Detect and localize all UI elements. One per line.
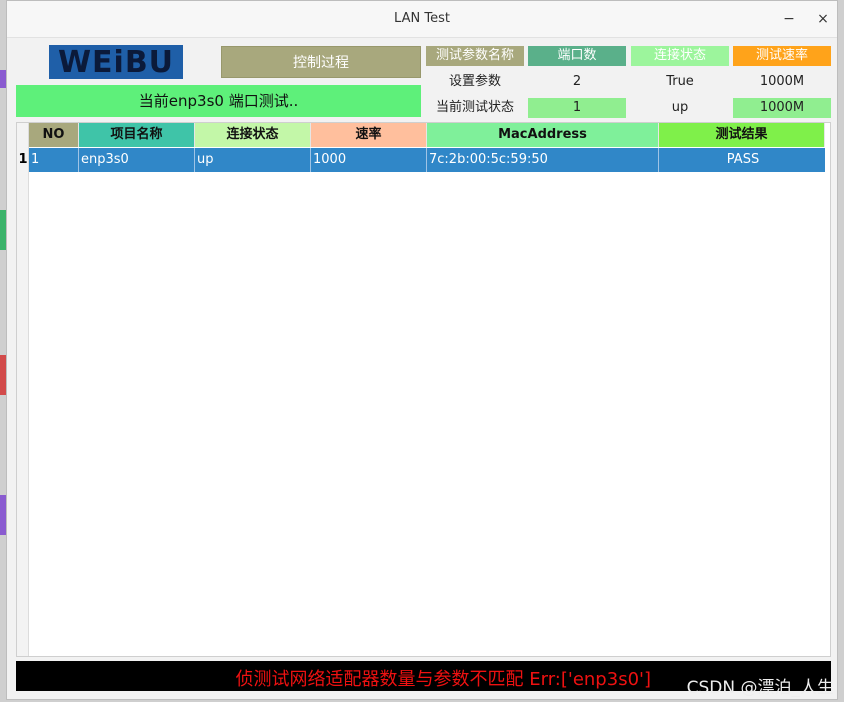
cell-link-status[interactable]: up <box>195 148 311 172</box>
column-header-test-result[interactable]: 测试结果 <box>659 123 825 147</box>
set-params-label: 设置参数 <box>448 74 501 89</box>
column-header-link-status[interactable]: 连接状态 <box>195 123 311 147</box>
current-ports-value: 1 <box>528 98 626 118</box>
column-header-rate[interactable]: 速率 <box>311 123 427 147</box>
row-header-1[interactable]: 1 <box>18 148 28 172</box>
cell-rate[interactable]: 1000 <box>311 148 427 172</box>
minimize-button[interactable]: − <box>779 9 799 29</box>
param-header-ports: 端口数 <box>528 46 626 66</box>
logo-text: WEiBU <box>57 44 175 80</box>
param-header-link: 连接状态 <box>631 46 729 66</box>
weibu-logo: WEiBU <box>49 44 183 80</box>
csdn-watermark: CSDN @漂泊_人生 <box>686 678 834 698</box>
window-title: LAN Test <box>394 11 450 26</box>
column-header-item-name[interactable]: 项目名称 <box>79 123 195 147</box>
cell-mac-address[interactable]: 7c:2b:00:5c:59:50 <box>427 148 659 172</box>
row-header-column <box>17 123 29 656</box>
column-header-no[interactable]: NO <box>29 123 79 147</box>
close-button[interactable]: × <box>813 9 833 29</box>
param-header-name: 测试参数名称 <box>426 46 524 66</box>
current-link-value: up <box>671 100 689 115</box>
cell-test-result[interactable]: PASS <box>659 148 825 172</box>
set-ports-value: 2 <box>572 74 582 89</box>
set-speed-value: 1000M <box>759 74 805 89</box>
error-message: 侦测试网络适配器数量与参数不匹配 Err:['enp3s0'] <box>235 669 651 690</box>
control-process-button[interactable]: 控制过程 <box>221 46 421 78</box>
cell-item-name[interactable]: enp3s0 <box>79 148 195 172</box>
set-link-value: True <box>666 74 694 89</box>
results-table: NO 项目名称 连接状态 速率 MacAddress 测试结果 1 1 enp3… <box>16 122 831 657</box>
current-status-bar: 当前enp3s0 端口测试.. <box>16 85 421 117</box>
cell-no[interactable]: 1 <box>29 148 79 172</box>
param-header-speed: 测试速率 <box>733 46 831 66</box>
lan-test-window: LAN Test − × WEiBU 控制过程 当前enp3s0 端口测试.. … <box>6 0 838 700</box>
table-row[interactable]: 1 enp3s0 up 1000 7c:2b:00:5c:59:50 PASS <box>29 148 825 172</box>
column-header-mac-address[interactable]: MacAddress <box>427 123 659 147</box>
current-state-label: 当前测试状态 <box>435 100 514 115</box>
title-bar: LAN Test − × <box>7 1 837 38</box>
current-speed-value: 1000M <box>733 98 831 118</box>
